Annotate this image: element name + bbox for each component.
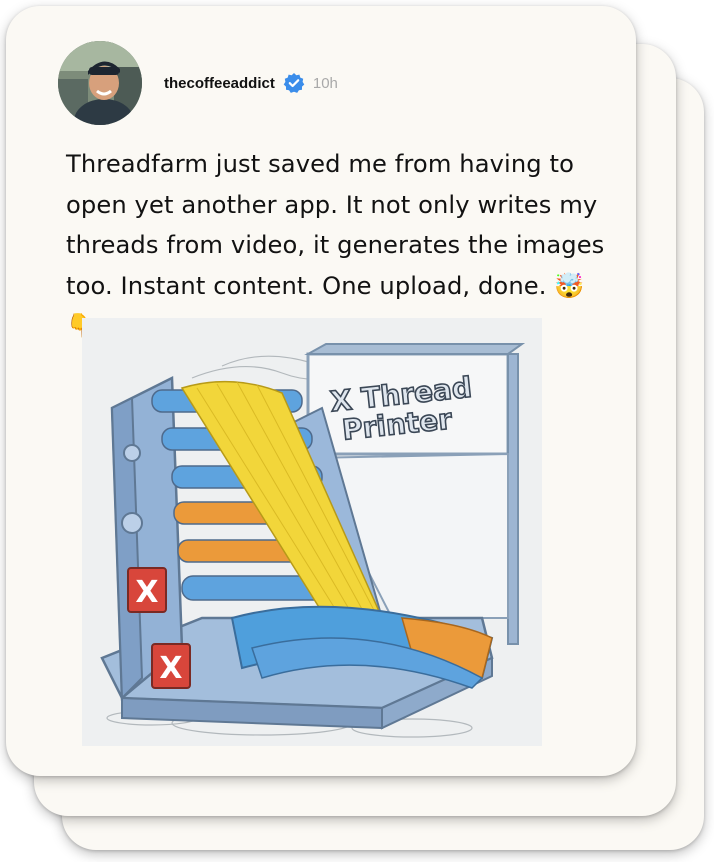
post-image[interactable]: X Thread Printer X X	[82, 318, 542, 746]
verified-badge-icon	[283, 72, 305, 94]
svg-text:X: X	[159, 651, 182, 686]
x-badge-bottom-icon: X	[151, 643, 191, 689]
x-badge-top-icon: X	[127, 567, 167, 613]
svg-text:X: X	[135, 575, 158, 610]
post-header: thecoffeeaddict 10h	[58, 41, 338, 125]
post-text: Threadfarm just saved me from having to …	[66, 150, 605, 340]
username[interactable]: thecoffeeaddict	[164, 75, 275, 92]
post-timestamp: 10h	[312, 74, 338, 92]
avatar[interactable]	[58, 41, 142, 125]
